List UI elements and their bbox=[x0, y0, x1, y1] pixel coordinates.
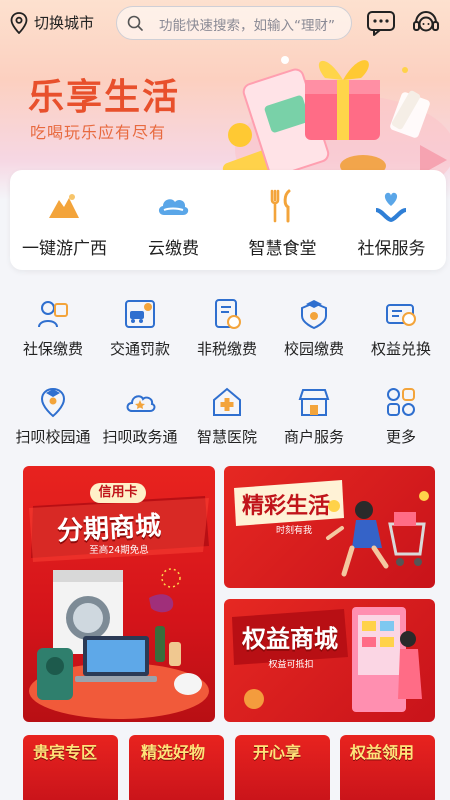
rights-claim-title: 权益领用 bbox=[350, 743, 415, 762]
quick-item-label: 智慧食堂 bbox=[248, 239, 317, 259]
installment-banner-art bbox=[29, 496, 209, 719]
gov-cloud-icon bbox=[126, 395, 156, 412]
quick-item-smart-canteen[interactable]: 智慧食堂 bbox=[228, 170, 337, 270]
message-icon[interactable] bbox=[366, 10, 396, 36]
location-pin-icon[interactable] bbox=[10, 12, 28, 34]
service-more[interactable]: 更多 bbox=[356, 386, 446, 456]
credit-card-tag: 信用卡 bbox=[90, 483, 146, 503]
lifestyle-note: 时刻有我 bbox=[275, 526, 312, 536]
lifestyle-banner-art bbox=[234, 480, 429, 577]
search-icon bbox=[127, 15, 143, 31]
top-bar: 切换城市 功能快速搜索，如输入“理财” bbox=[0, 0, 450, 46]
hands-heart-icon bbox=[376, 192, 406, 222]
hospital-icon bbox=[213, 387, 241, 416]
selected-goods-title: 精选好物 bbox=[141, 743, 206, 762]
coupon-icon bbox=[386, 304, 416, 326]
vip-zone-title: 贵宾专区 bbox=[33, 743, 98, 762]
happy-enjoy-title: 开心享 bbox=[253, 743, 302, 762]
cloud-icon bbox=[158, 199, 189, 215]
fork-knife-icon bbox=[270, 189, 291, 223]
service-label: 更多 bbox=[385, 428, 416, 446]
quick-item-cloud-pay[interactable]: 云缴费 bbox=[119, 170, 228, 270]
hero-title: 乐享生活 bbox=[28, 77, 181, 118]
campus-shield-icon bbox=[301, 300, 327, 330]
banner-rights-claim[interactable]: 权益领用 bbox=[340, 735, 435, 800]
switch-city-button[interactable]: 切换城市 bbox=[34, 12, 94, 33]
banner-installment-mall[interactable]: 信用卡 分期商城 至高24期免息 bbox=[23, 466, 215, 722]
quick-services-card: 一键游广西 云缴费 智慧食堂 社保服务 bbox=[10, 170, 446, 270]
quick-item-guangxi-tour[interactable]: 一键游广西 bbox=[10, 170, 119, 270]
service-rights-exchange[interactable]: 权益兑换 bbox=[356, 298, 446, 368]
banner-vip-zone[interactable]: 贵宾专区 bbox=[23, 735, 118, 800]
search-input[interactable]: 功能快速搜索，如输入“理财” bbox=[116, 6, 352, 40]
quick-item-label: 云缴费 bbox=[148, 239, 199, 259]
banner-selected-goods[interactable]: 精选好物 bbox=[129, 735, 224, 800]
quick-item-label: 社保服务 bbox=[357, 239, 426, 259]
installment-note: 至高24期免息 bbox=[89, 545, 149, 556]
tax-document-icon bbox=[215, 299, 241, 329]
shop-icon bbox=[298, 389, 330, 416]
service-label: 权益兑换 bbox=[370, 340, 431, 358]
more-grid-icon bbox=[387, 388, 415, 416]
customer-service-icon[interactable] bbox=[412, 9, 440, 37]
quick-item-social-security[interactable]: 社保服务 bbox=[337, 170, 446, 270]
banner-rights-mall[interactable]: 权益商城 权益可抵扣 bbox=[224, 599, 435, 722]
banner-wonderful-life[interactable]: 精彩生活 时刻有我 bbox=[224, 466, 435, 588]
lifestyle-title: 精彩生活 bbox=[242, 494, 331, 519]
traffic-fine-icon bbox=[125, 300, 155, 328]
hero-subtitle: 吃喝玩乐应有尽有 bbox=[30, 123, 167, 142]
quick-item-label: 一键游广西 bbox=[22, 239, 107, 259]
mountain-icon bbox=[49, 194, 79, 218]
banner-happy-enjoy[interactable]: 开心享 bbox=[235, 735, 330, 800]
rights-note: 权益可抵扣 bbox=[268, 660, 314, 670]
campus-pin-icon bbox=[40, 387, 66, 418]
social-security-icon bbox=[38, 301, 68, 328]
rights-title: 权益商城 bbox=[242, 625, 338, 653]
search-placeholder: 功能快速搜索，如输入“理财” bbox=[159, 18, 335, 34]
